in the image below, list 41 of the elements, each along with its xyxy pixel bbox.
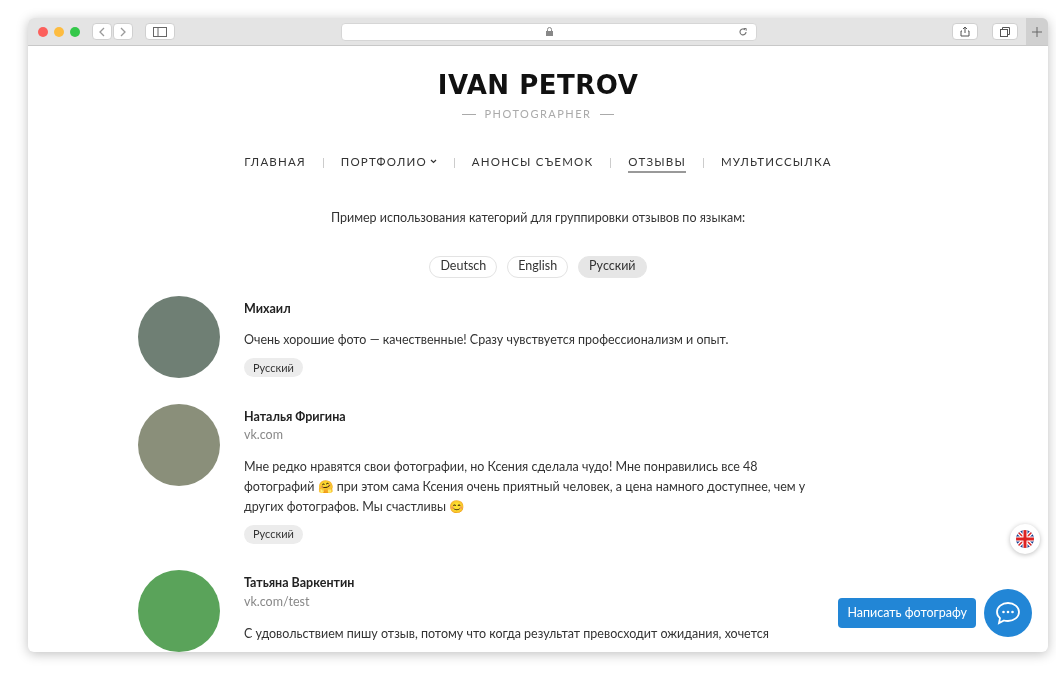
forward-button[interactable] [113, 23, 133, 40]
filter-chip[interactable]: English [507, 255, 569, 278]
review-source: vk.com [244, 426, 284, 445]
filter-chip[interactable]: Deutsch [429, 255, 498, 278]
plus-icon [1032, 26, 1042, 37]
site-title: IVAN PETROV [437, 72, 639, 98]
sidebar-button[interactable] [145, 23, 175, 40]
language-button[interactable] [1010, 524, 1040, 554]
review-text: Очень хорошие фото — качественные! Сразу чувствуется профессионализм и опыт. [244, 331, 729, 350]
flag-icon [1016, 530, 1034, 548]
review-tag: Русский [244, 358, 303, 378]
reload-icon[interactable] [738, 26, 748, 37]
tabs-button[interactable] [992, 23, 1018, 40]
review-text: Мне редко нравятся свои фотографии, но Ксения сделала чудо! Мне понравились все 48 фотографий 🤗 при этом сама Ксения очень приятный человек, а цена намного доступнее, чем у других фотографов. Мы счастливы 😊 [244, 458, 807, 516]
sidebar-icon [153, 26, 167, 37]
tabs-icon [1000, 26, 1010, 37]
review-source: vk.com/test [244, 592, 311, 611]
share-icon [960, 26, 970, 37]
intro-text: Пример использования категорий для группировки отзывов по языкам: [330, 208, 746, 227]
chevron-right-icon [119, 26, 127, 37]
chat-button[interactable] [984, 589, 1032, 637]
nav-link[interactable]: МУЛЬТИССЫЛКА [720, 152, 832, 173]
chat-icon [995, 601, 1021, 625]
maximize-window-icon[interactable] [70, 26, 80, 37]
reviewer-name: Татьяна Варкентин [244, 574, 356, 592]
filter-chip[interactable]: Русский [578, 255, 647, 278]
back-button[interactable] [92, 23, 112, 40]
chevron-left-icon [98, 26, 106, 37]
contact-button[interactable]: Написать фотографу [838, 598, 976, 628]
nav-link[interactable]: ПОРТФОЛИО [340, 152, 437, 173]
share-button[interactable] [952, 23, 978, 40]
reviewer-name: Михаил [244, 299, 292, 318]
reviewer-name: Наталья Фригина [244, 407, 347, 426]
nav-link[interactable]: ОТЗЫВЫ [628, 152, 686, 173]
review-text: С удовольствием пишу отзыв, потому что когда результат превосходит ожидания, хочется [244, 624, 769, 643]
new-tab-button[interactable] [1026, 18, 1048, 45]
close-window-icon[interactable] [38, 26, 48, 37]
site-subtitle: PHOTOGRAPHER [484, 106, 592, 122]
nav-link[interactable]: ГЛАВНАЯ [244, 152, 306, 173]
nav-link[interactable]: АНОНСЫ СЪЕМОК [471, 152, 594, 173]
review-tag: Русский [244, 525, 303, 544]
